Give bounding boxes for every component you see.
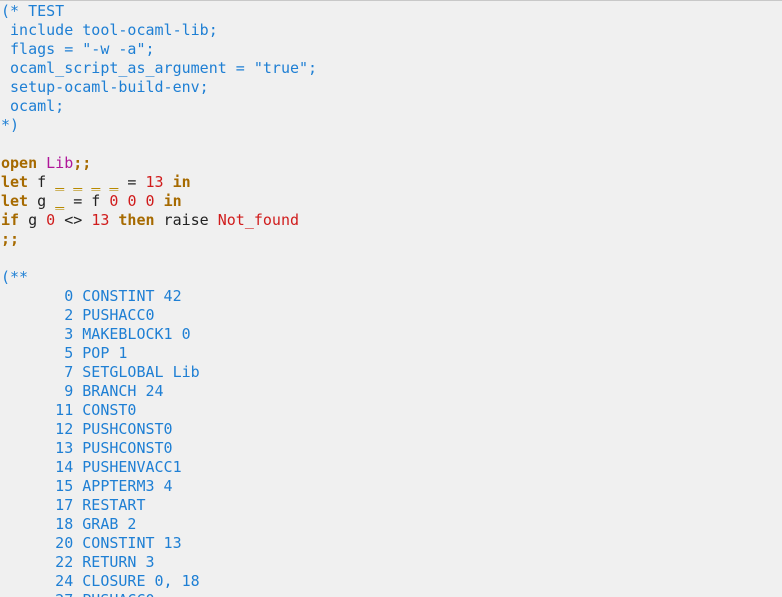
code-token-comment: include tool-ocaml-lib; <box>1 21 218 39</box>
code-line[interactable]: let f _ _ _ _ = 13 in <box>1 173 317 192</box>
code-line[interactable]: include tool-ocaml-lib; <box>1 21 317 40</box>
code-token-comment: (* TEST <box>1 2 65 20</box>
code-line[interactable]: 14 PUSHENVACC1 <box>1 458 317 477</box>
code-line[interactable]: flags = "-w -a"; <box>1 40 317 59</box>
code-line[interactable]: 0 CONSTINT 42 <box>1 287 317 306</box>
code-token-comment: (** <box>1 268 29 286</box>
code-line[interactable]: 15 APPTERM3 4 <box>1 477 317 496</box>
code-token-comment: 22 RETURN 3 <box>1 553 155 571</box>
code-token-comment: 13 PUSHCONST0 <box>1 439 173 457</box>
code-token-comment: 24 CLOSURE 0, 18 <box>1 572 200 590</box>
code-token-comment: setup-ocaml-build-env; <box>1 78 209 96</box>
code-token-keyword: in <box>172 173 191 191</box>
code-token-comment: 7 SETGLOBAL Lib <box>1 363 200 381</box>
code-line[interactable]: 22 RETURN 3 <box>1 553 317 572</box>
code-token-plain: <> <box>55 211 92 229</box>
code-token-error: Not_found <box>217 211 300 229</box>
code-token-plain: g <box>19 211 47 229</box>
code-token-comment: 2 PUSHACC0 <box>1 306 155 324</box>
code-token-number: 0 <box>145 192 155 210</box>
code-token-keyword: let <box>1 173 29 191</box>
code-token-keyword: ;; <box>1 230 20 248</box>
code-token-comment: 17 RESTART <box>1 496 146 514</box>
code-token-keyword: then <box>118 211 155 229</box>
code-line[interactable]: 17 RESTART <box>1 496 317 515</box>
code-token-number: 13 <box>91 211 110 229</box>
code-line[interactable]: (** <box>1 268 317 287</box>
code-line[interactable]: 3 MAKEBLOCK1 0 <box>1 325 317 344</box>
code-token-wild: _ <box>91 173 101 191</box>
code-text[interactable]: (* TEST include tool-ocaml-lib; flags = … <box>1 2 317 597</box>
code-token-comment: ocaml; <box>1 97 65 115</box>
code-token-comment: 14 PUSHENVACC1 <box>1 458 182 476</box>
code-token-keyword: let <box>1 192 29 210</box>
code-token-keyword: in <box>163 192 182 210</box>
code-line[interactable]: ocaml; <box>1 97 317 116</box>
code-line[interactable]: *) <box>1 116 317 135</box>
code-line[interactable]: 2 PUSHACC0 <box>1 306 317 325</box>
code-token-comment: 15 APPTERM3 4 <box>1 477 173 495</box>
code-token-keyword: ;; <box>73 154 92 172</box>
code-line[interactable]: 13 PUSHCONST0 <box>1 439 317 458</box>
code-line[interactable]: let g _ = f 0 0 0 in <box>1 192 317 211</box>
code-line[interactable]: if g 0 <> 13 then raise Not_found <box>1 211 317 230</box>
code-token-keyword: if <box>1 211 20 229</box>
code-token-comment: 18 GRAB 2 <box>1 515 137 533</box>
code-token-number: 0 <box>46 211 56 229</box>
code-token-comment: 3 MAKEBLOCK1 0 <box>1 325 191 343</box>
code-token-plain: = <box>118 173 146 191</box>
code-token-number: 13 <box>145 173 164 191</box>
code-line[interactable]: setup-ocaml-build-env; <box>1 78 317 97</box>
code-token-comment: 27 PUSHACC0 <box>1 591 154 597</box>
code-token-comment: 20 CONSTINT 13 <box>1 534 182 552</box>
code-line[interactable]: open Lib;; <box>1 154 317 173</box>
code-line[interactable]: 7 SETGLOBAL Lib <box>1 363 317 382</box>
code-editor[interactable]: (* TEST include tool-ocaml-lib; flags = … <box>0 0 782 597</box>
code-line[interactable]: 20 CONSTINT 13 <box>1 534 317 553</box>
code-line[interactable]: 24 CLOSURE 0, 18 <box>1 572 317 591</box>
code-line[interactable]: (* TEST <box>1 2 317 21</box>
code-token-plain: = f <box>64 192 110 210</box>
code-line[interactable]: ;; <box>1 230 317 249</box>
code-token-comment: flags = "-w -a"; <box>1 40 155 58</box>
code-token-plain: raise <box>154 211 218 229</box>
code-token-plain: g <box>28 192 56 210</box>
code-token-keyword: open <box>1 154 38 172</box>
code-token-comment: ocaml_script_as_argument = "true"; <box>1 59 318 77</box>
code-token-comment: *) <box>1 116 20 134</box>
code-line[interactable] <box>1 249 317 268</box>
code-token-wild: _ <box>55 192 65 210</box>
code-token-wild: _ <box>55 173 65 191</box>
code-line[interactable]: 12 PUSHCONST0 <box>1 420 317 439</box>
code-token-plain: f <box>28 173 56 191</box>
code-line[interactable]: 5 POP 1 <box>1 344 317 363</box>
code-token-module: Lib <box>46 154 74 172</box>
code-line[interactable]: ocaml_script_as_argument = "true"; <box>1 59 317 78</box>
code-line[interactable]: 18 GRAB 2 <box>1 515 317 534</box>
code-line[interactable]: 27 PUSHACC0 <box>1 591 317 597</box>
code-token-comment: 12 PUSHCONST0 <box>1 420 173 438</box>
code-token-comment: 5 POP 1 <box>1 344 128 362</box>
code-token-comment: 9 BRANCH 24 <box>1 382 164 400</box>
code-token-comment: 0 CONSTINT 42 <box>1 287 182 305</box>
code-token-wild: _ <box>73 173 83 191</box>
code-token-comment: 11 CONST0 <box>1 401 137 419</box>
code-line[interactable]: 9 BRANCH 24 <box>1 382 317 401</box>
code-line[interactable]: 11 CONST0 <box>1 401 317 420</box>
code-line[interactable] <box>1 135 317 154</box>
